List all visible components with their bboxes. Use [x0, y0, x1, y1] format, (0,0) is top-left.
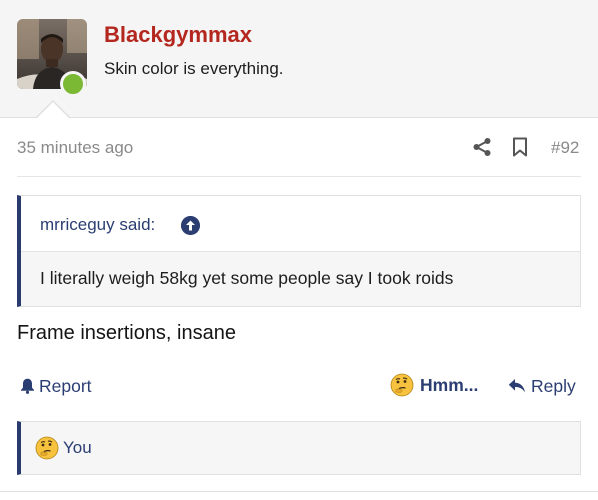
reaction-label: Hmm... [420, 374, 479, 395]
quote-author[interactable]: mrriceguy said: [40, 215, 155, 235]
thinking-emoji-icon [35, 436, 59, 460]
post-bottom-divider [0, 491, 598, 492]
report-label: Report [39, 375, 92, 396]
share-icon[interactable] [472, 137, 492, 157]
quote-text: I literally weigh 58kg yet some people s… [40, 268, 454, 288]
reaction-button[interactable]: Hmm... [390, 372, 478, 398]
quote-block: mrriceguy said: I literally weigh 58kg y… [17, 195, 581, 307]
goto-arrow-icon[interactable] [181, 216, 200, 235]
reactions-summary-link[interactable]: You [63, 438, 92, 458]
reactions-bar: You [17, 421, 581, 475]
post-user-header: Blackgymmax Skin color is everything. [0, 0, 598, 119]
report-button[interactable]: Report [20, 374, 92, 398]
quote-header: mrriceguy said: [21, 196, 580, 252]
online-status-indicator [60, 71, 86, 97]
bookmark-icon[interactable] [512, 137, 528, 157]
reply-label: Reply [531, 375, 576, 396]
post-body-text: Frame insertions, insane [17, 322, 236, 344]
reply-arrow-icon [508, 379, 525, 393]
bell-icon [21, 378, 34, 394]
post-timestamp[interactable]: 35 minutes ago [17, 138, 133, 158]
meta-divider [17, 176, 581, 177]
quote-body: I literally weigh 58kg yet some people s… [21, 252, 580, 306]
post-meta-row: 35 minutes ago #92 [0, 127, 598, 167]
username-link[interactable]: Blackgymmax [104, 22, 252, 48]
thinking-emoji-icon [390, 373, 414, 397]
post-number-link[interactable]: #92 [551, 138, 579, 158]
user-title: Skin color is everything. [104, 59, 284, 78]
reply-button[interactable]: Reply [508, 374, 576, 398]
header-pointer-fill [36, 102, 70, 119]
